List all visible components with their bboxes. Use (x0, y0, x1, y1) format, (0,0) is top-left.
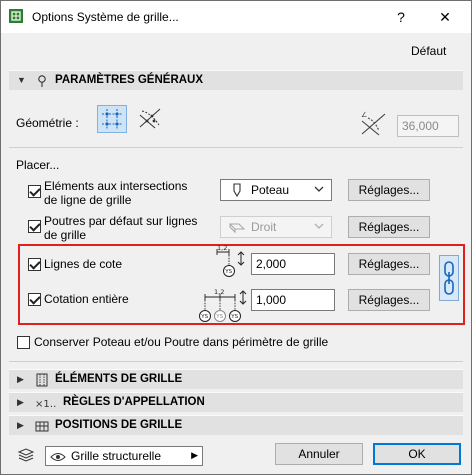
section-grid-elements-label: ÉLÉMENTS DE GRILLE (55, 373, 183, 385)
overall-dimension-checkbox[interactable] (28, 293, 41, 306)
overall-dimension-settings-button[interactable]: Réglages... (348, 289, 430, 311)
beams-label-line2: de grille (44, 228, 87, 242)
naming-rules-icon: ×1… (35, 399, 57, 410)
beam-icon (229, 223, 245, 234)
help-button[interactable]: ? (389, 5, 413, 29)
intersections-dropdown[interactable]: Poteau (220, 179, 332, 201)
layers-icon (17, 448, 35, 462)
chain-link-icon (444, 261, 454, 295)
keep-in-perimeter-checkbox[interactable] (17, 336, 30, 349)
svg-text:YS: YS (200, 314, 208, 320)
intersections-label-line1: Eléments aux intersections (44, 179, 188, 193)
section-grid-positions-label: POSITIONS DE GRILLE (55, 419, 183, 431)
section-grid-elements[interactable]: ▶ ÉLÉMENTS DE GRILLE (9, 369, 463, 389)
angle-icon: ∠ (361, 111, 386, 136)
dimension-lines-settings-button[interactable]: Réglages... (348, 253, 430, 275)
radial-grid-icon (139, 108, 161, 129)
close-button[interactable]: ✕ (433, 5, 457, 29)
expand-arrow-icon: ▶ (17, 374, 24, 384)
dimension-lines-field[interactable]: 2,000 (251, 253, 335, 275)
beams-settings-button[interactable]: Réglages... (348, 216, 430, 238)
overall-dimension-field[interactable]: 1,000 (251, 289, 335, 311)
intersections-label-line2: de ligne de grille (44, 193, 132, 207)
svg-text:YS: YS (215, 314, 223, 320)
ok-button[interactable]: OK (373, 443, 461, 465)
svg-text:∠: ∠ (361, 111, 367, 119)
svg-text:YS: YS (230, 314, 238, 320)
cancel-button[interactable]: Annuler (275, 443, 363, 465)
link-toggle[interactable] (439, 255, 459, 301)
window-title: Options Système de grille... (32, 10, 179, 24)
default-label[interactable]: Défaut (411, 44, 447, 58)
column-icon (233, 183, 241, 197)
overall-dimension-icon-text: 1,2 (214, 288, 224, 296)
angle-field[interactable]: 36,000 (397, 115, 459, 137)
place-label: Placer... (16, 158, 60, 172)
section-general[interactable]: ▼ PARAMÈTRES GÉNÉRAUX (9, 70, 463, 90)
divider (9, 147, 463, 148)
divider (9, 361, 463, 362)
beams-label: Poutres par défaut sur lignes de grille (44, 214, 197, 242)
grid-positions-icon (35, 421, 49, 432)
dimension-lines-label: Lignes de cote (44, 257, 123, 271)
grid-elements-icon (36, 373, 48, 387)
dropdown-arrow-icon: ▶ (191, 450, 198, 460)
dimension-lines-checkbox[interactable] (28, 258, 41, 271)
options-dialog: Options Système de grille... ? ✕ Défaut … (0, 0, 472, 475)
chevron-down-icon (314, 186, 324, 192)
chevron-down-icon (314, 223, 324, 229)
collapse-arrow-icon: ▼ (17, 75, 26, 85)
overall-dimension-label: Cotation entière (44, 292, 129, 306)
beams-label-line1: Poutres par défaut sur lignes (44, 214, 198, 228)
keep-in-perimeter-label: Conserver Poteau et/ou Poutre dans périm… (34, 335, 329, 349)
beams-dropdown[interactable]: Droit (220, 216, 332, 238)
expand-arrow-icon: ▶ (17, 420, 24, 430)
eye-icon (50, 453, 66, 461)
intersections-checkbox[interactable] (28, 185, 41, 198)
section-naming-rules-label: RÈGLES D'APPELLATION (63, 396, 205, 408)
rectangular-grid-icon (102, 109, 122, 129)
beams-checkbox[interactable] (28, 220, 41, 233)
app-icon (9, 9, 23, 23)
layer-dropdown-value: Grille structurelle (71, 449, 162, 463)
layer-dropdown[interactable]: Grille structurelle ▶ (45, 446, 203, 466)
section-naming-rules[interactable]: ▶ ×1… RÈGLES D'APPELLATION (9, 392, 463, 412)
geometry-rectangular-button[interactable] (97, 105, 127, 133)
section-general-label: PARAMÈTRES GÉNÉRAUX (55, 74, 204, 86)
intersections-label: Eléments aux intersections de ligne de g… (44, 179, 187, 207)
intersections-settings-button[interactable]: Réglages... (348, 179, 430, 201)
section-grid-positions[interactable]: ▶ POSITIONS DE GRILLE (9, 415, 463, 435)
beams-dropdown-value: Droit (251, 220, 277, 234)
dimension-line-icon: 1,2 YS (216, 244, 245, 277)
expand-arrow-icon: ▶ (17, 397, 24, 407)
title-bar: Options Système de grille... ? ✕ (1, 1, 471, 33)
geometry-radial-button[interactable] (137, 105, 167, 133)
svg-text:YS: YS (224, 269, 232, 275)
settings-pin-icon (38, 75, 46, 87)
dimension-line-icon-text: 1,2 (217, 244, 227, 252)
svg-text:×1…: ×1… (35, 399, 57, 410)
intersections-dropdown-value: Poteau (251, 183, 290, 197)
geometry-label: Géométrie : (16, 116, 79, 130)
overall-dimension-icon: 1,2 YS YS YS (199, 288, 247, 322)
